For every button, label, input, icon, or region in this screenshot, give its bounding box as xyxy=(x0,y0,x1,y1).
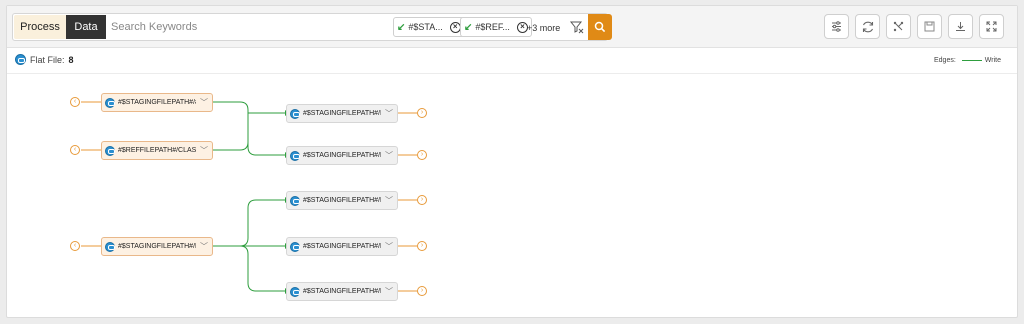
expand-downstream-icon[interactable]: › xyxy=(417,241,427,251)
node-label: #$REFFILEPATH#/CLASS... xyxy=(118,147,196,154)
flat-file-icon xyxy=(290,286,300,297)
chevron-down-icon[interactable]: ﹀ xyxy=(196,97,212,108)
expand-downstream-icon[interactable]: › xyxy=(417,150,427,160)
node-label: #$STAGINGFILEPATH#/D... xyxy=(303,152,381,159)
target-node[interactable]: #$STAGINGFILEPATH#/E... ﹀ xyxy=(286,282,398,301)
node-label: #$STAGINGFILEPATH#/#... xyxy=(118,99,196,106)
target-node[interactable]: #$STAGINGFILEPATH#/D... ﹀ xyxy=(286,146,398,165)
node-label: #$STAGINGFILEPATH#/B... xyxy=(118,243,196,250)
chevron-down-icon[interactable]: ﹀ xyxy=(381,241,397,252)
expand-downstream-icon[interactable]: › xyxy=(417,195,427,205)
flat-file-icon xyxy=(290,108,300,119)
node-label: #$STAGINGFILEPATH#/E... xyxy=(303,243,381,250)
flat-file-icon xyxy=(290,195,300,206)
node-label: #$STAGINGFILEPATH#/E... xyxy=(303,197,381,204)
edge xyxy=(212,113,249,151)
expand-downstream-icon[interactable]: › xyxy=(417,286,427,296)
flat-file-icon xyxy=(290,150,300,161)
source-node[interactable]: #$STAGINGFILEPATH#/B... ﹀ xyxy=(101,237,213,256)
flat-file-icon xyxy=(105,145,115,156)
source-node[interactable]: #$STAGINGFILEPATH#/#... ﹀ xyxy=(101,93,213,112)
node-label: #$STAGINGFILEPATH#/I... xyxy=(303,110,381,117)
expand-upstream-icon[interactable]: ‹ xyxy=(70,145,80,155)
edges-layer xyxy=(81,101,417,294)
flat-file-icon xyxy=(105,97,115,108)
source-node[interactable]: #$REFFILEPATH#/CLASS... ﹀ xyxy=(101,141,213,160)
chevron-down-icon[interactable]: ﹀ xyxy=(381,286,397,297)
edge xyxy=(212,199,285,247)
chevron-down-icon[interactable]: ﹀ xyxy=(196,145,212,156)
target-node[interactable]: #$STAGINGFILEPATH#/E... ﹀ xyxy=(286,191,398,210)
lineage-panel: Process Data ↙ #$STA... × ↙ #$REF... × +… xyxy=(6,5,1018,318)
target-node[interactable]: #$STAGINGFILEPATH#/E... ﹀ xyxy=(286,237,398,256)
flat-file-icon xyxy=(105,241,115,252)
chevron-down-icon[interactable]: ﹀ xyxy=(381,150,397,161)
node-label: #$STAGINGFILEPATH#/E... xyxy=(303,288,381,295)
chevron-down-icon[interactable]: ﹀ xyxy=(381,108,397,119)
chevron-down-icon[interactable]: ﹀ xyxy=(381,195,397,206)
edge xyxy=(247,113,285,156)
target-node[interactable]: #$STAGINGFILEPATH#/I... ﹀ xyxy=(286,104,398,123)
chevron-down-icon[interactable]: ﹀ xyxy=(196,241,212,252)
expand-downstream-icon[interactable]: › xyxy=(417,108,427,118)
edge xyxy=(212,101,285,114)
flat-file-icon xyxy=(290,241,300,252)
expand-upstream-icon[interactable]: ‹ xyxy=(70,97,80,107)
edge xyxy=(239,245,285,292)
expand-upstream-icon[interactable]: ‹ xyxy=(70,241,80,251)
